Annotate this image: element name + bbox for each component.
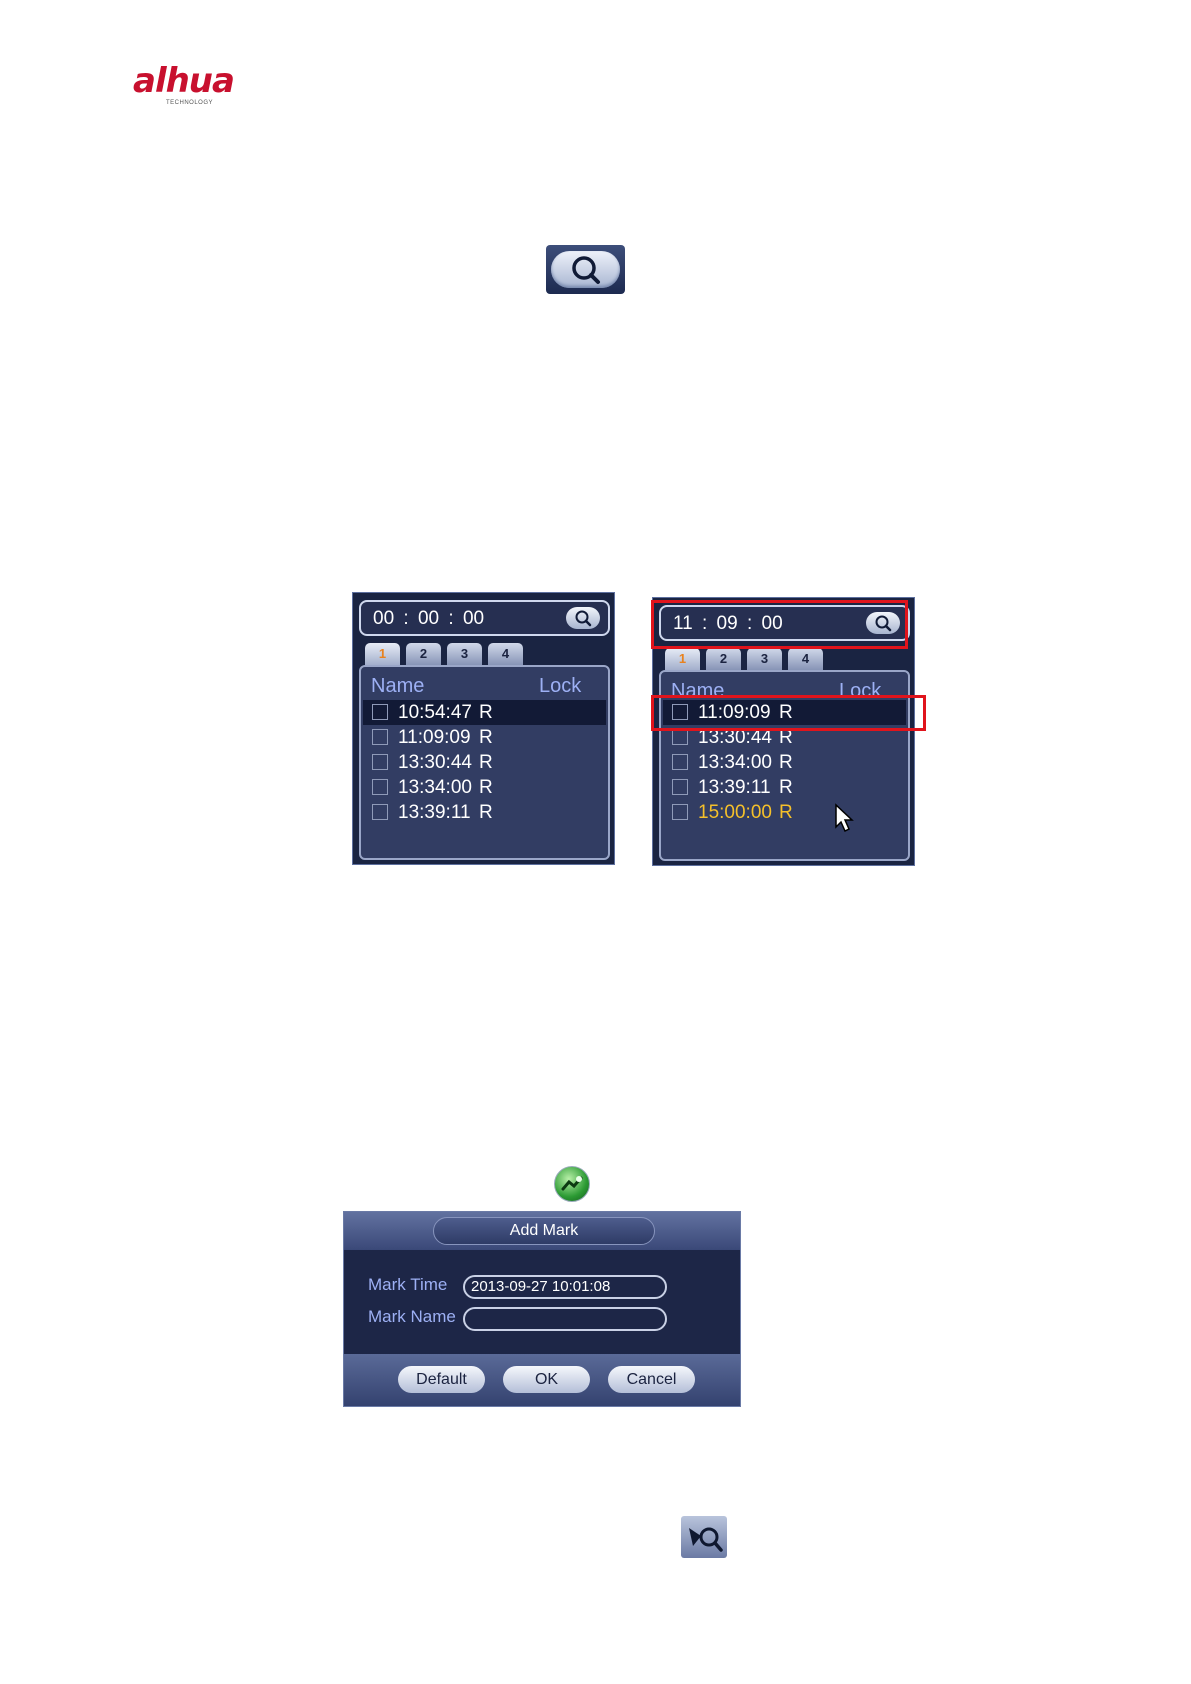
annotation-box-row — [651, 695, 926, 731]
list-item[interactable]: 11:09:09 R — [363, 725, 606, 750]
record-list: Name Lock 10:54:47 R 11:09:09 R 13:30:44… — [359, 665, 610, 860]
record-time: 13:39:11 — [398, 802, 471, 823]
row-checkbox[interactable] — [372, 704, 388, 720]
record-time: 13:30:44 — [398, 752, 472, 773]
row-checkbox[interactable] — [372, 779, 388, 795]
record-type: R — [779, 777, 793, 798]
annotation-box-time — [651, 600, 908, 649]
record-type: R — [779, 752, 793, 773]
row-checkbox[interactable] — [672, 804, 688, 820]
record-time: 11:09:09 — [398, 727, 471, 748]
column-header-name: Name — [371, 675, 425, 697]
smart-search-button[interactable] — [681, 1516, 727, 1558]
dialog-button-bar: Default OK Cancel — [344, 1354, 740, 1406]
tab-channel-2[interactable]: 2 — [406, 643, 441, 665]
tab-channel-3[interactable]: 3 — [447, 643, 482, 665]
playback-list-panel-left: 00 : 00 : 00 1 2 3 4 Name Lock 10:54:47 … — [352, 592, 615, 865]
record-type: R — [779, 802, 793, 823]
list-item[interactable]: 15:00:00 R — [663, 800, 906, 825]
row-checkbox[interactable] — [372, 729, 388, 745]
ok-button[interactable]: OK — [503, 1366, 590, 1393]
list-item[interactable]: 13:34:00 R — [663, 750, 906, 775]
add-mark-dialog: Add Mark Mark Time 2013-09-27 10:01:08 M… — [343, 1211, 741, 1407]
list-item[interactable]: 13:39:11 R — [363, 800, 606, 825]
dahua-logo: alhua TECHNOLOGY — [133, 64, 258, 114]
cancel-button[interactable]: Cancel — [608, 1366, 695, 1393]
tab-channel-4[interactable]: 4 — [788, 648, 823, 670]
list-item[interactable]: 13:34:00 R — [363, 775, 606, 800]
dialog-titlebar: Add Mark — [344, 1212, 740, 1250]
row-checkbox[interactable] — [372, 754, 388, 770]
default-button[interactable]: Default — [398, 1366, 485, 1393]
record-time: 13:34:00 — [698, 752, 772, 773]
search-pill — [551, 251, 620, 288]
search-button[interactable] — [546, 245, 625, 294]
record-time: 10:54:47 — [398, 702, 472, 723]
time-search-button[interactable] — [566, 607, 600, 629]
tab-channel-4[interactable]: 4 — [488, 643, 523, 665]
row-checkbox[interactable] — [372, 804, 388, 820]
add-mark-button[interactable] — [554, 1166, 590, 1202]
record-type: R — [479, 702, 493, 723]
record-type: R — [479, 777, 493, 798]
row-checkbox[interactable] — [672, 779, 688, 795]
mark-name-field[interactable] — [463, 1307, 667, 1331]
list-item[interactable]: 13:30:44 R — [363, 750, 606, 775]
logo-subtext: TECHNOLOGY — [166, 100, 214, 106]
mark-time-label: Mark Time — [368, 1275, 448, 1294]
smart-search-icon — [689, 1527, 723, 1552]
record-time: 15:00:00 — [698, 802, 772, 823]
dialog-title: Add Mark — [433, 1217, 655, 1245]
search-icon — [572, 256, 600, 284]
add-mark-icon — [561, 1176, 583, 1191]
mark-time-field[interactable]: 2013-09-27 10:01:08 — [463, 1275, 667, 1299]
record-time: 13:34:00 — [398, 777, 472, 798]
tab-channel-1[interactable]: 1 — [665, 648, 700, 670]
record-type: R — [479, 727, 493, 748]
logo-text: alhua — [133, 61, 235, 101]
list-item[interactable]: 13:39:11 R — [663, 775, 906, 800]
record-type: R — [479, 802, 493, 823]
record-type: R — [479, 752, 493, 773]
column-header-lock: Lock — [539, 675, 582, 697]
tab-channel-1[interactable]: 1 — [365, 643, 400, 665]
row-checkbox[interactable] — [672, 754, 688, 770]
time-input[interactable]: 00 : 00 : 00 — [359, 600, 610, 636]
time-value: 00 : 00 : 00 — [373, 608, 485, 629]
list-item[interactable]: 10:54:47 R — [363, 700, 606, 725]
row-checkbox[interactable] — [672, 729, 688, 745]
mouse-cursor-icon — [835, 803, 854, 833]
record-time: 13:39:11 — [698, 777, 771, 798]
search-icon — [575, 610, 592, 627]
mark-name-label: Mark Name — [368, 1307, 456, 1326]
tab-channel-2[interactable]: 2 — [706, 648, 741, 670]
tab-channel-3[interactable]: 3 — [747, 648, 782, 670]
